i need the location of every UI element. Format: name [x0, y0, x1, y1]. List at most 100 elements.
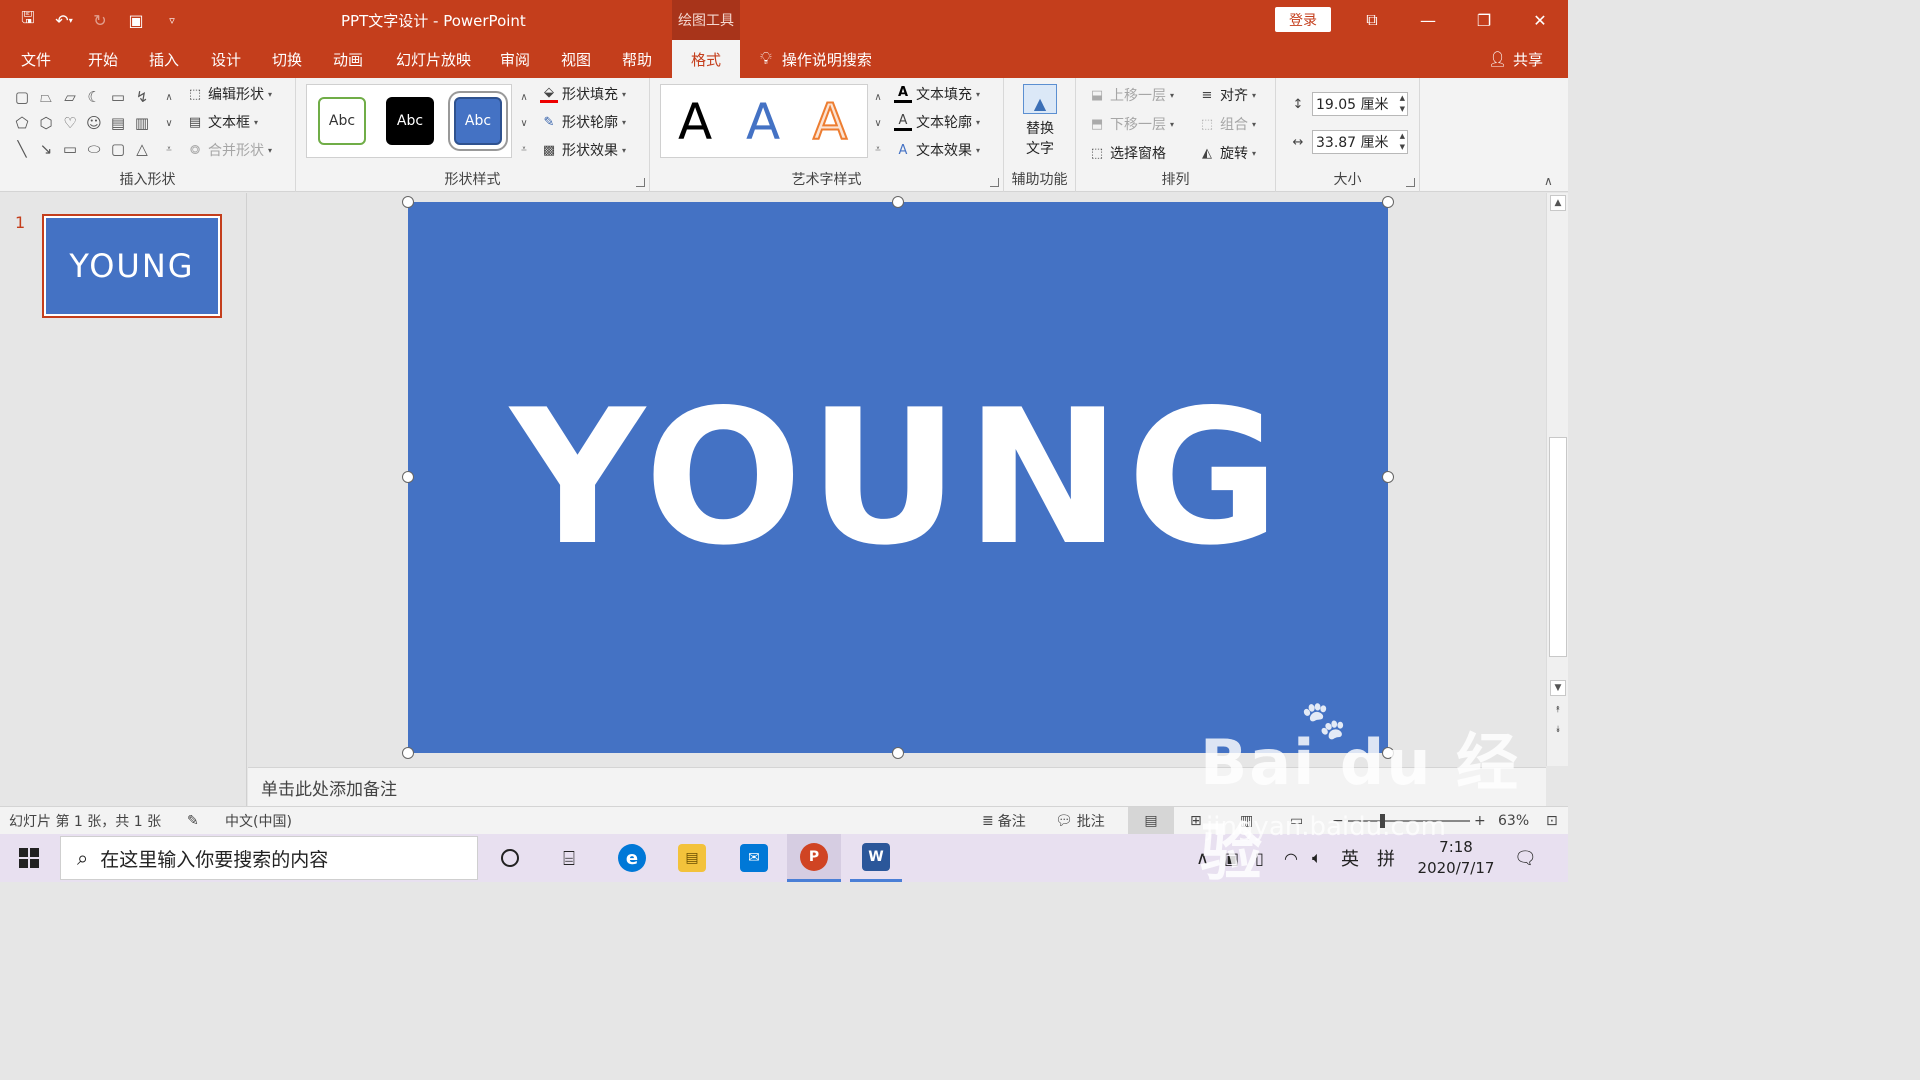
- snip-rect-shape-icon[interactable]: ▭: [106, 84, 130, 110]
- redo-icon[interactable]: ↻: [86, 8, 114, 32]
- slide-thumbnail[interactable]: YOUNG: [42, 214, 222, 318]
- close-icon[interactable]: ✕: [1512, 0, 1568, 40]
- moon-shape-icon[interactable]: ☾: [82, 84, 106, 110]
- parallelogram-shape-icon[interactable]: ▱: [58, 84, 82, 110]
- text-fill-button[interactable]: A 文本填充 ▾: [894, 83, 980, 105]
- taskbar-search-input[interactable]: ⌕ 在这里输入你要搜索的内容: [60, 836, 478, 880]
- gallery-more-icon[interactable]: ⩡: [868, 136, 888, 162]
- powerpoint-taskbar-icon[interactable]: P: [787, 834, 841, 882]
- resize-handle-top-right[interactable]: [1382, 196, 1394, 208]
- alt-text-button[interactable]: ▲ 替换 文字: [1014, 84, 1066, 164]
- size-dialog-launcher[interactable]: [1406, 178, 1415, 187]
- normal-view-icon[interactable]: ▤: [1128, 807, 1174, 835]
- customize-qat-icon[interactable]: ▿: [158, 8, 186, 32]
- line-shape-icon[interactable]: ╲: [10, 136, 34, 162]
- tab-file[interactable]: 文件: [21, 40, 51, 78]
- tab-review[interactable]: 审阅: [500, 40, 530, 78]
- shape-styles-dialog-launcher[interactable]: [636, 178, 645, 187]
- login-button[interactable]: 登录: [1275, 7, 1331, 32]
- text-outline-button[interactable]: A 文本轮廓 ▾: [894, 111, 980, 133]
- shape-width-input[interactable]: 33.87 厘米 ▲ ▼: [1312, 130, 1408, 154]
- shape-effects-button[interactable]: ▩ 形状效果 ▾: [540, 139, 626, 161]
- notes-toggle-button[interactable]: ≣ 备注: [982, 807, 1026, 835]
- tab-home[interactable]: 开始: [88, 40, 118, 78]
- wordart-style-orange-outline[interactable]: A: [812, 92, 848, 152]
- shape-style-outline[interactable]: Abc: [318, 97, 366, 145]
- tab-design[interactable]: 设计: [211, 40, 241, 78]
- scroll-up-icon[interactable]: ▲: [1550, 195, 1566, 211]
- align-button[interactable]: ≡ 对齐 ▾: [1198, 84, 1256, 106]
- lightning-shape-icon[interactable]: ↯: [130, 84, 154, 110]
- textbox-button[interactable]: ▤ 文本框 ▾: [186, 111, 258, 133]
- slide-wordart-text[interactable]: YOUNG: [408, 202, 1388, 753]
- chevron-down-icon[interactable]: ∨: [868, 110, 888, 136]
- collapse-ribbon-icon[interactable]: ∧: [1544, 174, 1553, 188]
- file-explorer-icon[interactable]: ▤: [668, 834, 716, 882]
- chevron-up-icon[interactable]: ∧: [159, 84, 179, 110]
- slide-canvas[interactable]: YOUNG: [408, 202, 1388, 753]
- chevron-down-icon[interactable]: ∨: [159, 110, 179, 136]
- save-icon[interactable]: 🖫: [14, 8, 42, 32]
- tell-me-search[interactable]: 💡︎ 操作说明搜索: [760, 40, 872, 78]
- gallery-more-icon[interactable]: ⩡: [159, 136, 179, 162]
- language-indicator[interactable]: 中文(中国): [225, 807, 292, 835]
- group-objects-button[interactable]: ⬚ 组合 ▾: [1198, 113, 1256, 135]
- resize-handle-left[interactable]: [402, 471, 414, 483]
- triangle-shape-icon[interactable]: △: [130, 136, 154, 162]
- chevron-up-icon[interactable]: ∧: [868, 84, 888, 110]
- tab-insert[interactable]: 插入: [149, 40, 179, 78]
- chevron-up-icon[interactable]: ∧: [514, 84, 534, 110]
- word-taskbar-icon[interactable]: W: [850, 834, 902, 882]
- comments-toggle-button[interactable]: 💬︎ 批注: [1055, 807, 1105, 835]
- selection-pane-button[interactable]: ⬚ 选择窗格: [1088, 142, 1166, 164]
- wordart-style-blue[interactable]: A: [746, 93, 780, 151]
- rotate-button[interactable]: ◭ 旋转 ▾: [1198, 142, 1256, 164]
- start-from-beginning-icon[interactable]: ▣: [122, 8, 150, 32]
- resize-handle-bottom[interactable]: [892, 747, 904, 759]
- scroll-down-icon[interactable]: ▼: [1550, 680, 1566, 696]
- height-spinner[interactable]: ▲ ▼: [1400, 93, 1405, 115]
- windows-start-icon[interactable]: [0, 834, 58, 882]
- minimize-icon[interactable]: —: [1400, 0, 1456, 40]
- resize-handle-bottom-left[interactable]: [402, 747, 414, 759]
- rounded-rect-shape-icon[interactable]: ▢: [10, 84, 34, 110]
- pentagon-shape-icon[interactable]: ⬠: [10, 110, 34, 136]
- bring-forward-button[interactable]: ⬓ 上移一层 ▾: [1088, 84, 1174, 106]
- wordart-dialog-launcher[interactable]: [990, 178, 999, 187]
- textbox-shape-icon[interactable]: ▤: [106, 110, 130, 136]
- rounded-rectangle-shape-icon[interactable]: ▢: [106, 136, 130, 162]
- vertical-textbox-shape-icon[interactable]: ▥: [130, 110, 154, 136]
- tab-help[interactable]: 帮助: [622, 40, 652, 78]
- task-view-icon[interactable]: ⌸: [545, 834, 593, 882]
- shape-style-black[interactable]: Abc: [386, 97, 434, 145]
- undo-icon[interactable]: ↶ ▾: [50, 8, 78, 32]
- shape-style-blue-selected[interactable]: Abc: [454, 97, 502, 145]
- wordart-style-black[interactable]: A: [678, 93, 712, 151]
- arrow-line-shape-icon[interactable]: ↘: [34, 136, 58, 162]
- mail-icon[interactable]: ✉: [730, 834, 778, 882]
- rectangle-shape-icon[interactable]: ▭: [58, 136, 82, 162]
- heart-shape-icon[interactable]: ♡: [58, 110, 82, 136]
- tab-view[interactable]: 视图: [561, 40, 591, 78]
- edge-browser-icon[interactable]: e: [608, 834, 656, 882]
- tab-slideshow[interactable]: 幻灯片放映: [396, 40, 471, 78]
- ribbon-display-options-icon[interactable]: ⧉: [1344, 0, 1400, 40]
- trapezoid-shape-icon[interactable]: ⏢: [34, 84, 58, 110]
- shape-outline-button[interactable]: ✎ 形状轮廓 ▾: [540, 111, 626, 133]
- merge-shapes-button[interactable]: ⭗ 合并形状 ▾: [186, 139, 272, 161]
- send-backward-button[interactable]: ⬒ 下移一层 ▾: [1088, 113, 1174, 135]
- share-button[interactable]: 👤︎ 共享: [1488, 40, 1543, 78]
- spell-check-icon[interactable]: ✎: [187, 807, 199, 835]
- smiley-shape-icon[interactable]: ☺: [82, 110, 106, 136]
- resize-handle-top-left[interactable]: [402, 196, 414, 208]
- chevron-down-icon[interactable]: ∨: [514, 110, 534, 136]
- tab-format[interactable]: 格式: [672, 40, 740, 78]
- resize-handle-right[interactable]: [1382, 471, 1394, 483]
- resize-handle-top[interactable]: [892, 196, 904, 208]
- cortana-icon[interactable]: [486, 834, 534, 882]
- restore-icon[interactable]: ❐: [1456, 0, 1512, 40]
- shape-height-input[interactable]: 19.05 厘米 ▲ ▼: [1312, 92, 1408, 116]
- shape-fill-button[interactable]: ⬙ 形状填充 ▾: [540, 83, 626, 105]
- gallery-more-icon[interactable]: ⩡: [514, 136, 534, 162]
- oval-shape-icon[interactable]: ⬭: [82, 136, 106, 162]
